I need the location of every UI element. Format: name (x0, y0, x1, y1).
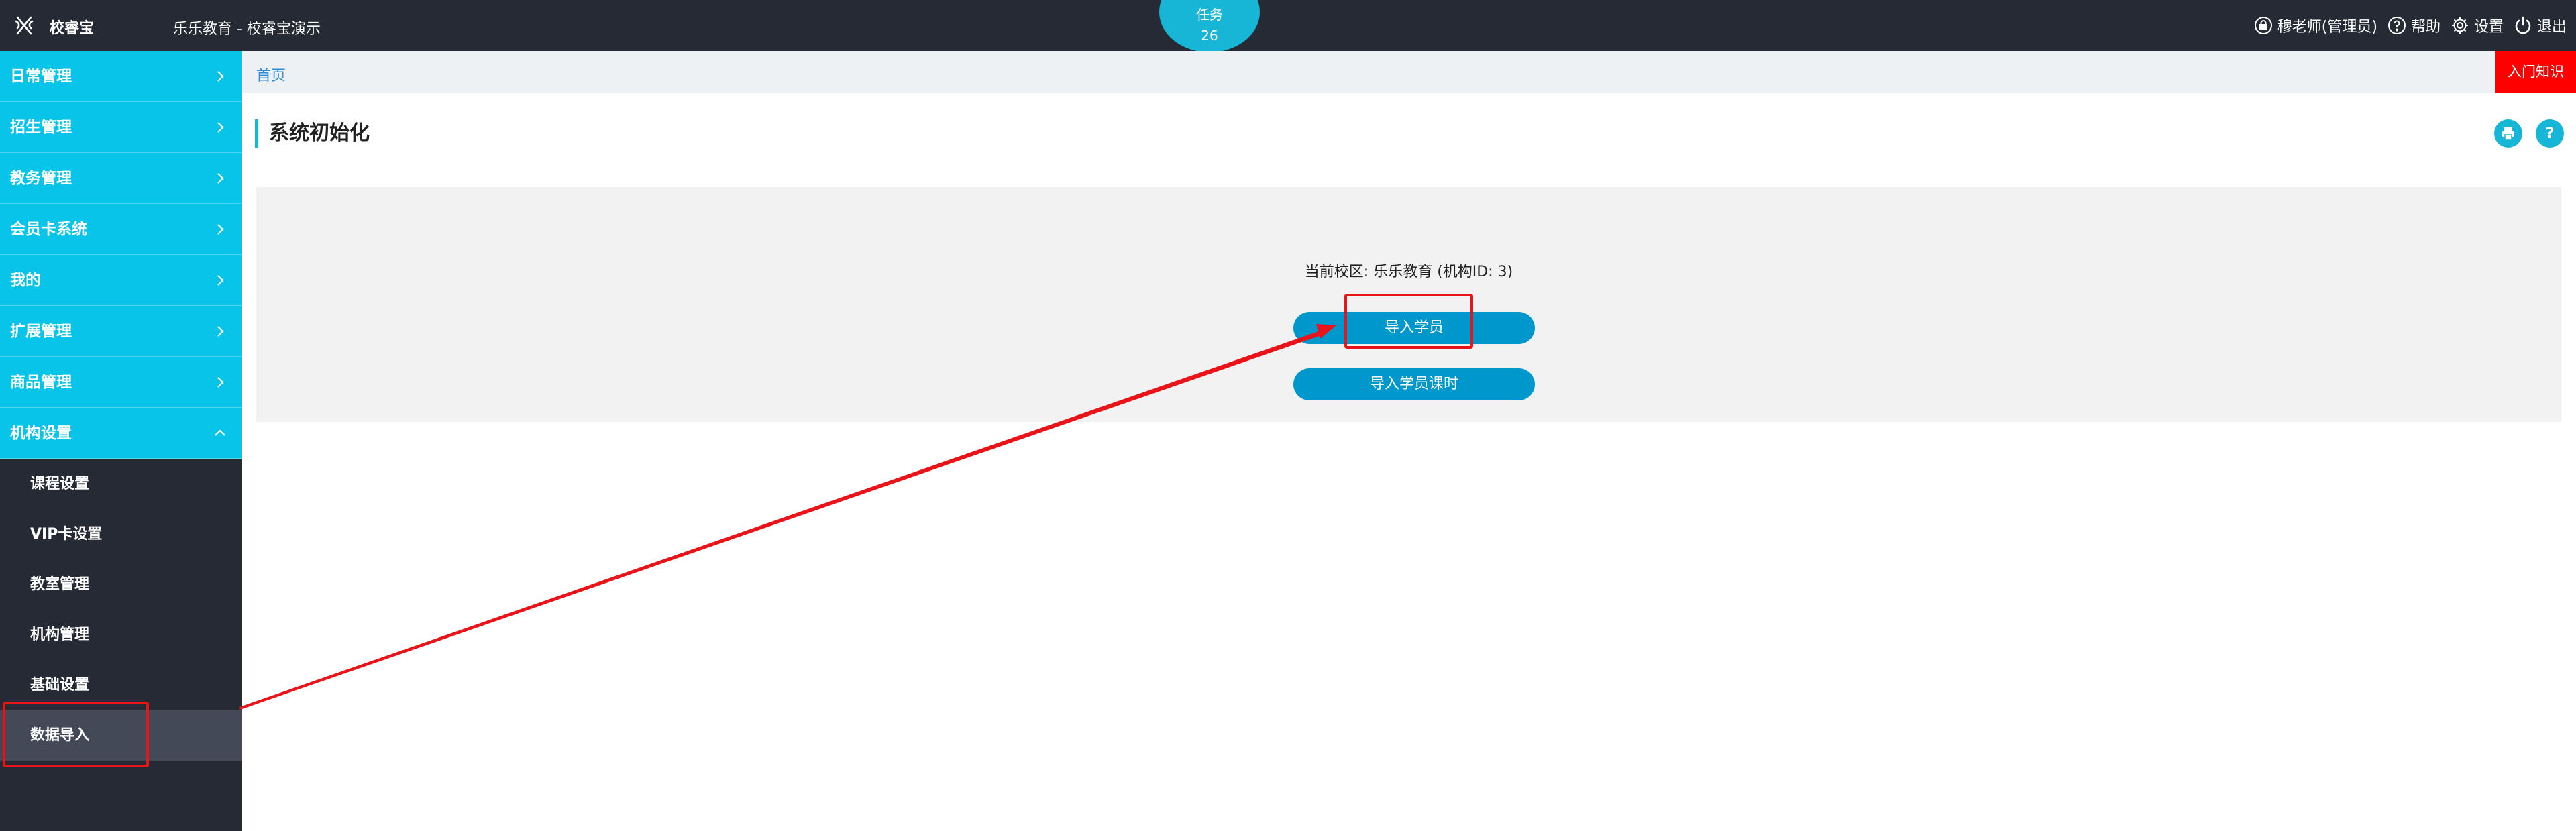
help-button[interactable]: ? (2536, 119, 2564, 148)
sidebar-item-academic[interactable]: 教务管理 (0, 153, 241, 204)
lock-icon (2254, 17, 2272, 34)
chevron-right-icon (213, 51, 227, 102)
power-icon (2515, 16, 2531, 34)
print-button[interactable] (2494, 119, 2522, 148)
sidebar-subitem-label: 机构管理 (30, 626, 90, 643)
sidebar-item-membership[interactable]: 会员卡系统 (0, 204, 241, 255)
sidebar-subitem-label: 数据导入 (30, 727, 90, 744)
sidebar-item-label: 招生管理 (10, 119, 72, 136)
sidebar-subitem-data-import[interactable]: 数据导入 (0, 710, 241, 761)
intro-knowledge-button[interactable]: 入门知识 (2496, 51, 2576, 93)
sidebar-subitem-label: 基础设置 (30, 677, 90, 694)
sidebar-subitem-org-management[interactable]: 机构管理 (0, 610, 241, 660)
sidebar-subitem-course-settings[interactable]: 课程设置 (0, 459, 241, 509)
sidebar-item-label: 机构设置 (10, 425, 72, 442)
question-icon (2387, 17, 2406, 34)
chevron-right-icon (213, 255, 227, 306)
current-campus: 当前校区: 乐乐教育 (机构ID: 3) (1304, 264, 1513, 280)
sidebar-item-extensions[interactable]: 扩展管理 (0, 306, 241, 357)
gear-icon (2451, 17, 2468, 34)
app-title: 乐乐教育 - 校睿宝演示 (173, 21, 321, 38)
printer-icon (2502, 127, 2514, 140)
import-panel: 当前校区: 乐乐教育 (机构ID: 3) 导入学员 导入学员课时 (256, 187, 2561, 422)
task-label: 任务 (1196, 7, 1223, 23)
sidebar-subitem-label: 教室管理 (30, 576, 90, 593)
help-button-label: ? (2545, 125, 2555, 142)
sidebar-item-label: 扩展管理 (10, 323, 72, 340)
settings-link[interactable]: 设置 (2450, 15, 2504, 36)
sidebar-item-products[interactable]: 商品管理 (0, 357, 241, 408)
page-title-bar: 系统初始化 (255, 119, 370, 148)
sidebar-item-label: 日常管理 (10, 68, 72, 85)
settings-label: 设置 (2473, 19, 2504, 36)
help-label: 帮助 (2410, 19, 2440, 36)
chevron-right-icon (213, 306, 227, 357)
brand-name: 校睿宝 (50, 20, 95, 37)
sidebar-item-label: 我的 (10, 272, 41, 289)
sidebar: 日常管理 招生管理 教务管理 会员卡系统 我的 扩展管理 商品管理 机构设置 课… (0, 51, 241, 831)
chevron-right-icon (213, 204, 227, 255)
sidebar-item-enrollment[interactable]: 招生管理 (0, 102, 241, 153)
sidebar-subitem-vip-card-settings[interactable]: VIP卡设置 (0, 509, 241, 559)
user-name: 穆老师(管理员) (2277, 19, 2377, 36)
import-students-button[interactable]: 导入学员 (1293, 312, 1535, 344)
logo[interactable]: 校睿宝 (12, 13, 94, 40)
page-title: 系统初始化 (269, 121, 370, 145)
sidebar-item-mine[interactable]: 我的 (0, 255, 241, 306)
chevron-right-icon (213, 153, 227, 204)
logout-link[interactable]: 退出 (2513, 15, 2567, 36)
chevron-up-icon (213, 408, 227, 459)
sidebar-item-label: 会员卡系统 (10, 221, 87, 238)
user-toolbar: 穆老师(管理员) 帮助 设置 退出 (2244, 15, 2567, 36)
task-count: 26 (1201, 27, 1218, 44)
sidebar-item-org-settings[interactable]: 机构设置 (0, 408, 241, 459)
user-menu[interactable]: 穆老师(管理员) (2253, 15, 2377, 36)
sidebar-subitem-label: 课程设置 (30, 476, 90, 492)
logout-label: 退出 (2536, 19, 2567, 36)
sidebar-item-daily[interactable]: 日常管理 (0, 51, 241, 102)
task-bubble[interactable]: 任务 26 (1159, 0, 1260, 52)
chevron-right-icon (213, 357, 227, 408)
sidebar-subitem-label: VIP卡设置 (30, 526, 103, 543)
logo-icon (12, 13, 36, 40)
chevron-right-icon (213, 102, 227, 153)
sidebar-subitem-basic-settings[interactable]: 基础设置 (0, 660, 241, 710)
sidebar-item-label: 教务管理 (10, 170, 72, 187)
import-student-hours-button[interactable]: 导入学员课时 (1293, 368, 1535, 400)
sidebar-subitem-classroom-management[interactable]: 教室管理 (0, 559, 241, 610)
breadcrumb-home[interactable]: 首页 (256, 64, 286, 85)
help-link[interactable]: 帮助 (2387, 15, 2440, 36)
breadcrumb: 首页 入门知识 (241, 51, 2576, 93)
sidebar-item-label: 商品管理 (10, 374, 72, 391)
top-bar: 校睿宝 乐乐教育 - 校睿宝演示 任务 26 穆老师(管理员) 帮助 设置 退出 (0, 0, 2576, 52)
